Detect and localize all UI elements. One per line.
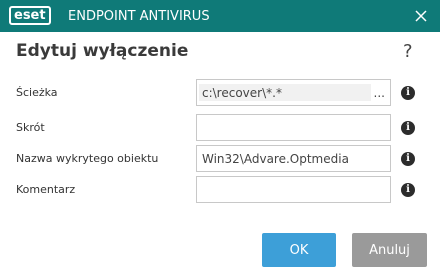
close-icon — [415, 10, 427, 22]
eset-logo: eset — [9, 6, 51, 25]
help-icon[interactable]: ? — [403, 41, 413, 62]
cancel-button[interactable]: Anuluj — [352, 233, 427, 267]
product-name: ENDPOINT ANTIVIRUS — [68, 9, 210, 24]
hash-label: Skrót — [16, 121, 45, 134]
browse-button[interactable]: ... — [371, 86, 385, 100]
path-field[interactable]: c:\recover\*.* ... — [196, 79, 391, 106]
comment-label: Komentarz — [16, 183, 76, 196]
threat-name-input[interactable]: Win32\Advare.Optmedia — [196, 145, 391, 172]
comment-input[interactable] — [196, 176, 391, 203]
comment-info-icon[interactable]: i — [401, 183, 415, 197]
title-bar: eset ENDPOINT ANTIVIRUS — [0, 0, 440, 32]
path-value: c:\recover\*.* — [199, 84, 371, 101]
hash-info-icon[interactable]: i — [401, 121, 415, 135]
close-button[interactable] — [402, 0, 440, 32]
threat-name-label: Nazwa wykrytego obiektu — [16, 152, 159, 165]
ok-button[interactable]: OK — [262, 233, 336, 267]
path-info-icon[interactable]: i — [401, 86, 415, 100]
path-label: Ścieżka — [16, 86, 58, 99]
threat-name-info-icon[interactable]: i — [401, 152, 415, 166]
hash-input[interactable] — [196, 114, 391, 141]
dialog-title: Edytuj wyłączenie — [16, 41, 189, 61]
